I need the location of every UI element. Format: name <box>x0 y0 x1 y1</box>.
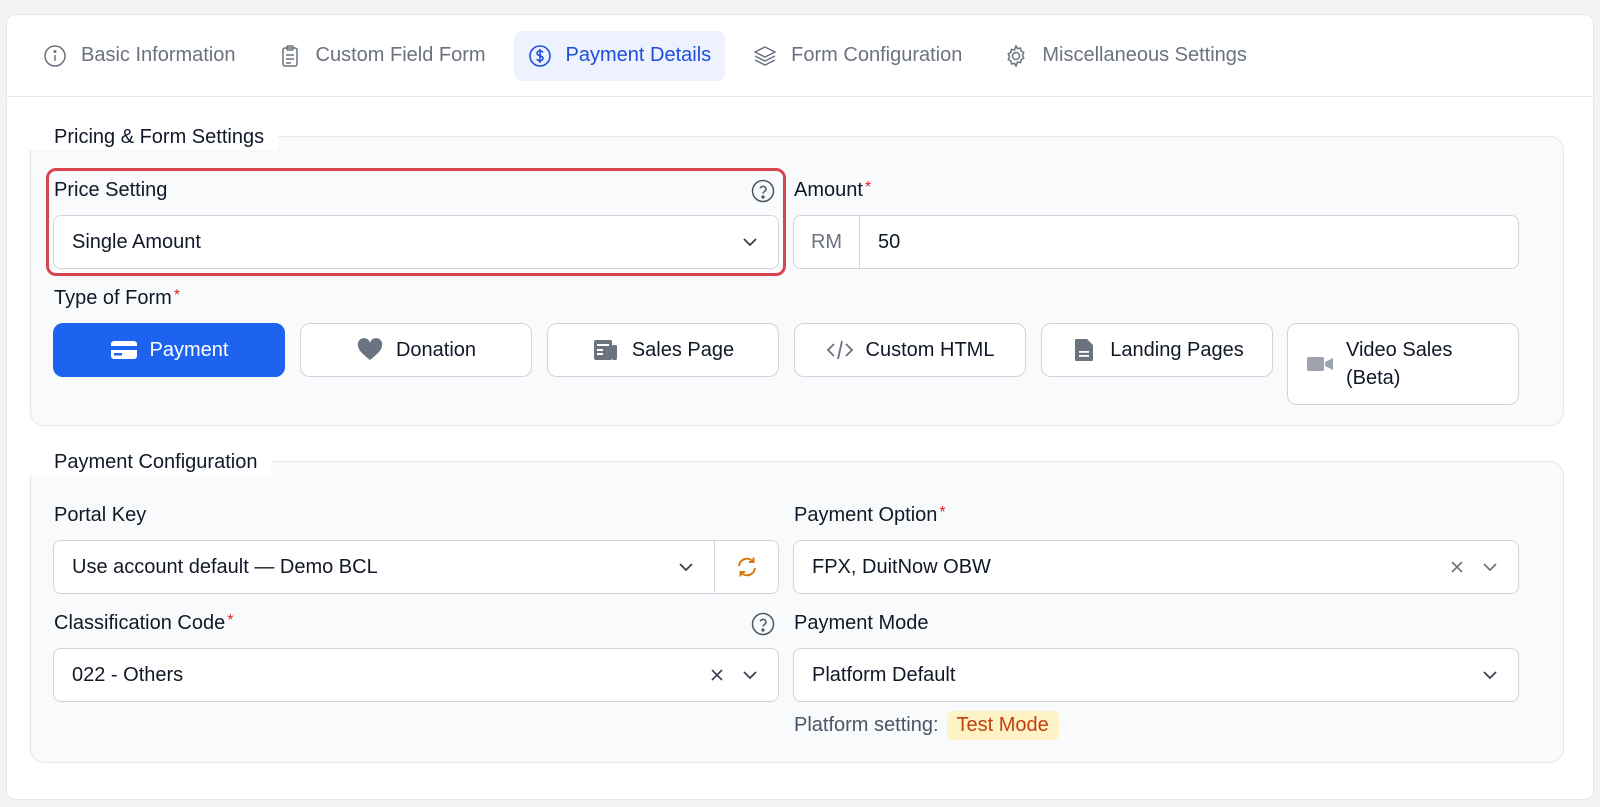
chevron-down-icon <box>743 671 757 680</box>
form-type-label: Payment <box>149 338 229 361</box>
amount-label: Amount * <box>794 179 871 202</box>
payment-details-card: Basic Information Custom Field Form Paym… <box>6 14 1594 800</box>
chevron-down-icon <box>1483 671 1497 680</box>
tab-payment-details[interactable]: Payment Details <box>513 30 726 81</box>
form-type-custom-html-button[interactable]: Custom HTML <box>794 323 1026 377</box>
tab-label: Form Configuration <box>791 44 963 66</box>
chevron-down-icon <box>1483 563 1497 572</box>
tab-custom-field-form[interactable]: Custom Field Form <box>264 31 500 81</box>
portal-key-label: Portal Key <box>54 504 147 526</box>
required-mark: * <box>864 179 872 196</box>
test-mode-badge: Test Mode <box>946 711 1059 740</box>
payment-mode-value: Platform Default <box>812 663 956 686</box>
form-type-landing-pages-button[interactable]: Landing Pages <box>1041 323 1273 377</box>
payment-option-select[interactable]: FPX, DuitNow OBW <box>793 540 1519 594</box>
classification-code-label: Classification Code * <box>54 612 233 635</box>
newspaper-icon <box>593 340 617 360</box>
refresh-icon <box>737 557 756 577</box>
tab-form-configuration[interactable]: Form Configuration <box>739 31 976 81</box>
code-icon <box>826 340 853 360</box>
beta-label: (Beta) <box>1346 367 1401 389</box>
required-mark: * <box>227 612 234 629</box>
gear-icon <box>1007 43 1026 68</box>
form-type-payment-button[interactable]: Payment <box>53 323 285 377</box>
form-type-label: Video Sales (Beta) <box>1346 336 1452 392</box>
card-icon <box>110 341 137 359</box>
payment-mode-label: Payment Mode <box>794 612 929 634</box>
tab-label: Custom Field Form <box>315 44 486 66</box>
price-setting-label: Price Setting <box>54 179 168 201</box>
heart-icon <box>357 338 383 360</box>
payment-option-label: Payment Option * <box>794 504 946 527</box>
payment-option-label-text: Payment Option <box>794 504 938 526</box>
info-icon <box>44 44 66 67</box>
help-icon[interactable] <box>751 179 775 203</box>
amount-input[interactable]: RM 50 <box>793 215 1519 269</box>
required-mark: * <box>939 504 946 521</box>
payment-mode-select[interactable]: Platform Default <box>793 648 1519 702</box>
section-title: Payment Configuration <box>30 449 272 475</box>
required-mark: * <box>173 287 181 304</box>
tab-bar: Basic Information Custom Field Form Paym… <box>7 15 1593 97</box>
classification-code-value: 022 - Others <box>72 663 184 686</box>
classification-code-label-text: Classification Code <box>54 612 226 634</box>
price-setting-select[interactable]: Single Amount <box>53 215 779 269</box>
clear-icon[interactable] <box>708 666 726 684</box>
form-type-label: Custom HTML <box>865 338 995 361</box>
platform-setting-label: Platform setting: <box>794 714 939 736</box>
platform-setting-note: Platform setting: Test Mode <box>794 711 1059 740</box>
tab-label: Payment Details <box>565 44 712 66</box>
video-icon <box>1307 357 1333 371</box>
currency-prefix: RM <box>794 216 860 268</box>
pricing-form-settings-section: Pricing & Form Settings Price Setting Si… <box>30 124 1564 426</box>
file-icon <box>1075 339 1094 361</box>
payment-configuration-section: Payment Configuration Portal Key Use acc… <box>30 449 1564 763</box>
help-icon[interactable] <box>751 612 775 636</box>
form-type-label: Donation <box>395 338 477 361</box>
video-sales-label: Video Sales <box>1346 339 1453 361</box>
chevron-down-icon <box>679 563 693 572</box>
form-type-label: Sales Page <box>631 338 735 361</box>
section-title: Pricing & Form Settings <box>30 124 279 150</box>
layers-icon <box>753 45 777 66</box>
tab-basic-information[interactable]: Basic Information <box>29 31 250 81</box>
payment-option-value: FPX, DuitNow OBW <box>812 555 991 578</box>
dollar-circle-icon <box>528 44 551 67</box>
type-of-form-label-text: Type of Form <box>54 287 172 309</box>
chevron-down-icon <box>743 238 757 247</box>
amount-value: 50 <box>878 230 901 253</box>
classification-code-select[interactable]: 022 - Others <box>53 648 779 702</box>
tab-label: Miscellaneous Settings <box>1042 44 1247 66</box>
form-type-label: Landing Pages <box>1110 338 1244 361</box>
portal-key-select[interactable]: Use account default — Demo BCL <box>53 540 779 594</box>
portal-key-value: Use account default — Demo BCL <box>72 555 378 578</box>
type-of-form-label: Type of Form * <box>54 287 180 310</box>
amount-label-text: Amount <box>794 179 863 201</box>
form-type-video-sales-button[interactable]: Video Sales (Beta) <box>1287 323 1519 405</box>
form-type-donation-button[interactable]: Donation <box>300 323 532 377</box>
refresh-button[interactable] <box>714 541 778 593</box>
clear-icon[interactable] <box>1448 558 1466 576</box>
price-setting-value: Single Amount <box>72 230 201 253</box>
clipboard-icon <box>281 44 298 67</box>
form-type-sales-page-button[interactable]: Sales Page <box>547 323 779 377</box>
tab-miscellaneous-settings[interactable]: Miscellaneous Settings <box>990 31 1261 81</box>
tab-label: Basic Information <box>81 44 236 66</box>
